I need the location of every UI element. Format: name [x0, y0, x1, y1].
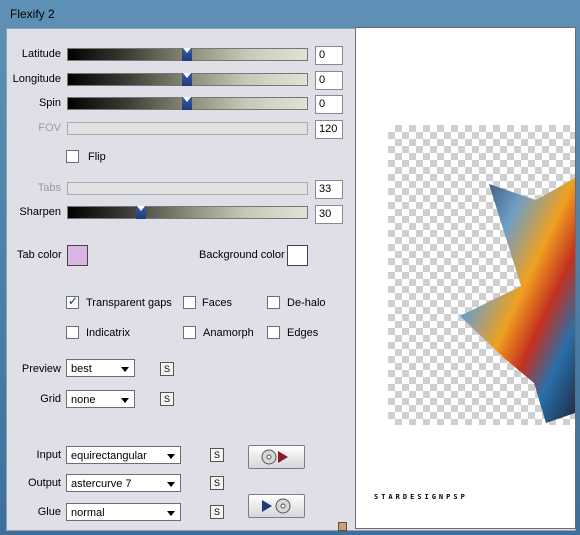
- glue-s-button[interactable]: S: [210, 505, 224, 519]
- window-title: Flexify 2: [10, 7, 55, 21]
- latitude-value[interactable]: 0: [315, 46, 343, 65]
- flexify-window: Flexify 2 Latitude 0 Longitude 0 Spin 0 …: [0, 0, 580, 535]
- longitude-value[interactable]: 0: [315, 71, 343, 90]
- sharpen-label: Sharpen: [19, 206, 61, 218]
- glue-select[interactable]: normal: [66, 503, 181, 521]
- background-color-label: Background color: [199, 249, 285, 261]
- star-preview-image: [460, 178, 575, 423]
- preview-s-button[interactable]: S: [160, 362, 174, 376]
- edges-label: Edges: [287, 327, 319, 339]
- grid-select[interactable]: none: [66, 390, 135, 408]
- spin-value[interactable]: 0: [315, 95, 343, 114]
- spin-slider-thumb[interactable]: [182, 97, 192, 110]
- input-label: Input: [36, 449, 61, 461]
- glue-select-value: normal: [71, 507, 105, 519]
- preview-pane[interactable]: STARDESIGNPSP: [355, 27, 576, 529]
- tabs-slider[interactable]: [67, 182, 308, 195]
- signature-text: STARDESIGNPSP: [374, 493, 468, 501]
- output-label: Output: [27, 477, 61, 489]
- edges-checkbox[interactable]: [267, 326, 280, 339]
- flip-label: Flip: [88, 151, 106, 163]
- preview-select[interactable]: best: [66, 359, 135, 377]
- longitude-label: Longitude: [12, 73, 61, 85]
- grid-select-value: none: [71, 394, 96, 406]
- tab-color-label: Tab color: [17, 249, 62, 261]
- grid-s-button[interactable]: S: [160, 392, 174, 406]
- flip-checkbox[interactable]: [66, 150, 79, 163]
- glue-label: Glue: [37, 506, 61, 518]
- grid-label: Grid: [40, 393, 61, 405]
- fov-label: FOV: [38, 122, 61, 134]
- longitude-slider[interactable]: [67, 73, 308, 86]
- sharpen-slider[interactable]: [67, 206, 308, 219]
- anamorph-label: Anamorph: [203, 327, 254, 339]
- tabs-label: Tabs: [37, 182, 61, 194]
- input-s-button[interactable]: S: [210, 448, 224, 462]
- de-halo-checkbox[interactable]: [267, 296, 280, 309]
- faces-checkbox[interactable]: [183, 296, 196, 309]
- chevron-down-icon: [167, 482, 175, 487]
- tab-color-swatch[interactable]: [67, 245, 88, 266]
- faces-label: Faces: [202, 297, 232, 309]
- longitude-slider-thumb[interactable]: [182, 73, 192, 86]
- transparent-gaps-label: Transparent gaps: [86, 297, 172, 309]
- output-select[interactable]: astercurve 7: [66, 474, 181, 492]
- de-halo-label: De-halo: [287, 297, 326, 309]
- disc-to-play-icon: [261, 449, 288, 465]
- anamorph-checkbox[interactable]: [183, 326, 196, 339]
- tabs-value[interactable]: 33: [315, 180, 343, 199]
- preview-select-value: best: [71, 363, 92, 375]
- spin-label: Spin: [38, 97, 61, 109]
- latitude-label: Latitude: [21, 48, 61, 60]
- input-select-value: equirectangular: [71, 450, 147, 462]
- sharpen-slider-thumb[interactable]: [136, 206, 146, 219]
- fov-slider[interactable]: [67, 122, 308, 135]
- fov-value[interactable]: 120: [315, 120, 343, 139]
- chevron-down-icon: [167, 511, 175, 516]
- transparent-gaps-checkbox[interactable]: [66, 294, 79, 309]
- play-to-disc-icon: [262, 498, 291, 514]
- spin-slider[interactable]: [67, 97, 308, 110]
- chevron-down-icon: [167, 454, 175, 459]
- output-select-value: astercurve 7: [71, 478, 132, 490]
- background-color-swatch[interactable]: [287, 245, 308, 266]
- chevron-down-icon: [121, 367, 129, 372]
- output-s-button[interactable]: S: [210, 476, 224, 490]
- preview-label: Preview: [21, 363, 61, 375]
- title-bar: Flexify 2: [0, 0, 580, 28]
- sharpen-value[interactable]: 30: [315, 205, 343, 224]
- resize-handle[interactable]: [338, 522, 347, 531]
- output-file-button[interactable]: [248, 494, 305, 518]
- latitude-slider-thumb[interactable]: [182, 48, 192, 61]
- indicatrix-checkbox[interactable]: [66, 326, 79, 339]
- latitude-slider[interactable]: [67, 48, 308, 61]
- indicatrix-label: Indicatrix: [86, 327, 131, 339]
- input-file-button[interactable]: [248, 445, 305, 469]
- input-select[interactable]: equirectangular: [66, 446, 181, 464]
- chevron-down-icon: [121, 398, 129, 403]
